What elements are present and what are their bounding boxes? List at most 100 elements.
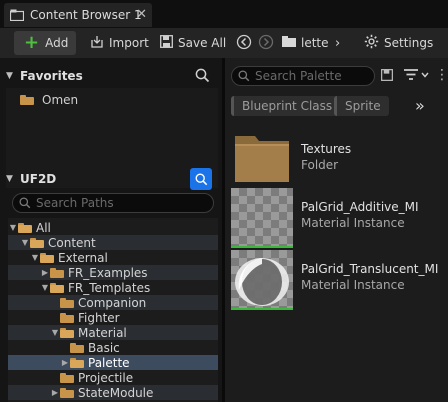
save-search-icon[interactable] bbox=[381, 69, 393, 84]
tree-item-material[interactable]: ▼ Material bbox=[8, 325, 218, 340]
folder-thumbnail-icon bbox=[231, 130, 293, 188]
asset-tile-palgrid-translucent[interactable]: PalGrid_Translucent_MI Material Instance bbox=[229, 250, 445, 310]
history-back-icon bbox=[236, 34, 252, 53]
tree-item-fr-templates[interactable]: ▼ FR_Templates bbox=[8, 280, 218, 295]
asset-search-input-wrapper[interactable] bbox=[231, 66, 375, 86]
search-icon bbox=[238, 70, 250, 82]
chevron-down-icon: ▼ bbox=[21, 238, 29, 247]
settings-button[interactable]: Settings bbox=[364, 31, 433, 55]
save-all-label: Save All bbox=[178, 36, 227, 50]
add-button[interactable]: + Add bbox=[14, 31, 76, 55]
tab-content-browser[interactable]: Content Browser 1 ✕ bbox=[4, 3, 152, 27]
asset-type: Material Instance bbox=[301, 278, 405, 292]
tree-item-palette[interactable]: ▶ Palette bbox=[8, 355, 218, 370]
settings-label: Settings bbox=[384, 36, 434, 50]
folder-icon bbox=[60, 387, 74, 398]
search-icon[interactable] bbox=[195, 68, 210, 86]
chevron-right-icon: ▶ bbox=[51, 388, 59, 397]
paths-title: UF2D bbox=[20, 172, 57, 186]
material-thumbnail bbox=[231, 250, 293, 308]
import-icon bbox=[90, 35, 104, 51]
import-button[interactable]: Import bbox=[90, 31, 149, 55]
asset-search-input[interactable] bbox=[255, 69, 365, 83]
favorites-header[interactable]: ▼ Favorites bbox=[6, 65, 218, 87]
folder-open-icon bbox=[40, 252, 54, 263]
tree-item-projectile[interactable]: Projectile bbox=[8, 370, 218, 385]
chevron-right-icon: ▶ bbox=[41, 268, 49, 277]
tree-item-label: All bbox=[36, 220, 51, 235]
chevron-down-icon: ▼ bbox=[9, 223, 17, 232]
chevron-right-icon: ▶ bbox=[61, 358, 69, 367]
tree-item-label: Companion bbox=[78, 295, 147, 310]
tree-item-external[interactable]: ▼ External bbox=[8, 250, 218, 265]
asset-name: Textures bbox=[301, 142, 352, 156]
more-options-icon[interactable]: ⋮ bbox=[435, 67, 448, 83]
asset-tile-palgrid-additive[interactable]: PalGrid_Additive_MI Material Instance bbox=[229, 188, 445, 248]
plus-icon: + bbox=[24, 32, 40, 53]
add-button-label: Add bbox=[45, 36, 69, 50]
tree-item-all[interactable]: ▼ All bbox=[8, 220, 218, 235]
sources-panel: ▼ Favorites Omen ▼ UF2D ▼ All ▼ Content bbox=[0, 58, 222, 402]
toolbar: + Add Import Save All lette › Settings bbox=[0, 28, 448, 58]
tree-item-fr-examples[interactable]: ▶ FR_Examples bbox=[8, 265, 218, 280]
chevron-down-icon: ▼ bbox=[41, 283, 49, 292]
tree-item-label: Projectile bbox=[78, 370, 134, 385]
tree-item-label: Material bbox=[78, 325, 127, 340]
content-browser-icon bbox=[9, 9, 25, 22]
tree-item-label: FR_Templates bbox=[68, 280, 151, 295]
filter-chip-blueprint-class[interactable]: Blueprint Class bbox=[231, 96, 341, 116]
tree-item-statemodule[interactable]: ▶ StateModule bbox=[8, 385, 218, 400]
filter-chip-sprite[interactable]: Sprite bbox=[334, 96, 389, 116]
filter-icon[interactable] bbox=[403, 69, 429, 84]
paths-search-input[interactable] bbox=[36, 196, 196, 210]
chevron-down-icon: ▼ bbox=[31, 253, 39, 262]
folder-icon bbox=[60, 312, 74, 323]
asset-type-color-bar bbox=[231, 308, 293, 310]
filter-chip-label: Blueprint Class bbox=[242, 99, 333, 113]
filter-chip-label: Sprite bbox=[345, 99, 381, 113]
tree-item-basic[interactable]: Basic bbox=[8, 340, 218, 355]
favorite-item-omen[interactable]: Omen bbox=[20, 93, 78, 107]
breadcrumb-next-button[interactable]: › bbox=[335, 31, 340, 55]
gear-icon bbox=[364, 34, 379, 52]
save-all-icon bbox=[160, 35, 173, 51]
tree-item-label: External bbox=[58, 250, 108, 265]
breadcrumb-current: lette bbox=[301, 36, 329, 50]
favorite-item-label: Omen bbox=[42, 93, 79, 107]
paths-header[interactable]: ▼ UF2D bbox=[6, 168, 218, 190]
chevron-right-icon: › bbox=[335, 35, 341, 51]
tree-item-content[interactable]: ▼ Content bbox=[8, 235, 218, 250]
paths-search-input-wrapper[interactable] bbox=[12, 193, 214, 213]
chevron-down-icon: ▼ bbox=[51, 328, 59, 337]
close-icon[interactable]: ✕ bbox=[136, 7, 147, 22]
asset-type: Material Instance bbox=[301, 216, 405, 230]
folder-open-icon bbox=[30, 237, 44, 248]
tree-item-label: FR_Examples bbox=[68, 265, 148, 280]
search-icon bbox=[195, 173, 207, 185]
favorites-title: Favorites bbox=[20, 69, 83, 83]
asset-tile-textures[interactable]: Textures Folder bbox=[229, 130, 445, 190]
asset-name: PalGrid_Translucent_MI bbox=[301, 262, 439, 276]
asset-name: PalGrid_Additive_MI bbox=[301, 200, 419, 214]
folder-open-icon bbox=[70, 357, 84, 368]
tree-item-companion[interactable]: Companion bbox=[8, 295, 218, 310]
folder-open-icon bbox=[60, 327, 74, 338]
import-button-label: Import bbox=[109, 36, 149, 50]
breadcrumb[interactable]: lette bbox=[282, 31, 329, 55]
paths-search-toggle-button[interactable] bbox=[190, 168, 212, 190]
history-back-button[interactable] bbox=[236, 31, 252, 55]
save-all-button[interactable]: Save All bbox=[160, 31, 226, 55]
history-forward-icon bbox=[258, 34, 274, 53]
folder-icon bbox=[70, 342, 84, 353]
tree-item-label: Fighter bbox=[78, 310, 120, 325]
history-forward-button[interactable] bbox=[258, 31, 274, 55]
chevron-double-right-icon[interactable]: » bbox=[415, 96, 425, 115]
folder-icon bbox=[20, 95, 34, 105]
asset-type-color-bar bbox=[231, 246, 293, 248]
tree-item-fighter[interactable]: Fighter bbox=[8, 310, 218, 325]
tab-title: Content Browser 1 bbox=[30, 8, 142, 22]
folder-icon bbox=[50, 267, 64, 278]
tree-item-label: Content bbox=[48, 235, 96, 250]
folder-icon bbox=[60, 372, 74, 383]
asset-type: Folder bbox=[301, 158, 339, 172]
